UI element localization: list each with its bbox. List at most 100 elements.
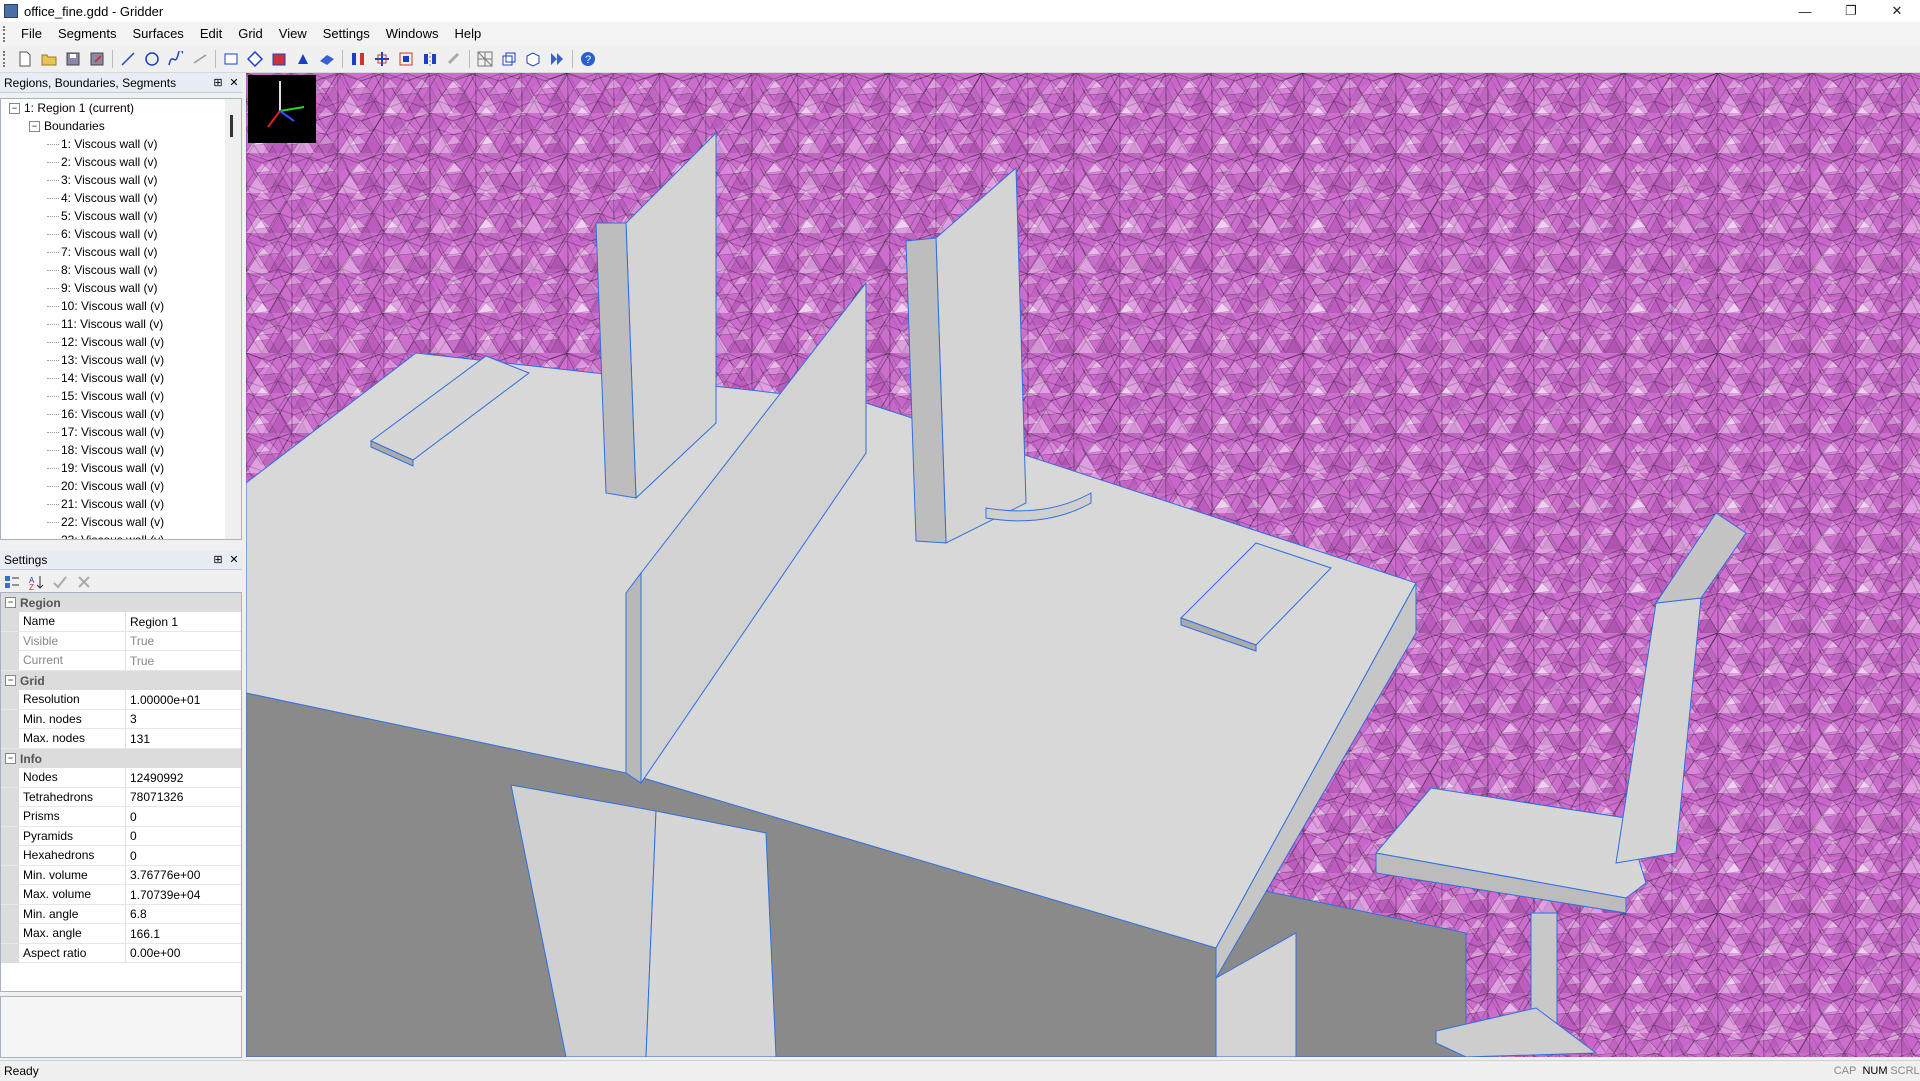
surface-icon[interactable] <box>221 49 241 69</box>
collapse-icon[interactable]: − <box>5 675 16 686</box>
3d-viewport[interactable] <box>246 73 1920 1057</box>
property-row[interactable]: Min. volume 3.76776e+00 <box>1 865 241 885</box>
menu-help[interactable]: Help <box>446 22 489 46</box>
categorized-icon[interactable] <box>2 572 22 592</box>
collapse-icon[interactable]: − <box>9 103 20 115</box>
property-row[interactable]: Max. angle 166.1 <box>1 924 241 944</box>
clear-icon[interactable] <box>444 49 464 69</box>
property-row[interactable]: Hexahedrons 0 <box>1 846 241 866</box>
property-row[interactable]: Current True <box>1 651 241 671</box>
property-section[interactable]: − Info <box>1 749 241 768</box>
menu-windows[interactable]: Windows <box>378 22 447 46</box>
scale-icon[interactable] <box>396 49 416 69</box>
sort-az-icon[interactable]: AZ <box>26 572 46 592</box>
tree-item-boundary[interactable]: 14: Viscous wall (v) <box>47 369 164 387</box>
tree-item-boundary[interactable]: 3: Viscous wall (v) <box>47 171 157 189</box>
property-value[interactable]: 1.00000e+01 <box>126 693 200 707</box>
apply-icon[interactable] <box>50 572 70 592</box>
tree-item-boundary[interactable]: 1: Viscous wall (v) <box>47 135 157 153</box>
property-value[interactable]: 78071326 <box>126 790 183 804</box>
cancel-icon[interactable] <box>74 572 94 592</box>
menu-edit[interactable]: Edit <box>192 22 230 46</box>
property-row[interactable]: Aspect ratio 0.00e+00 <box>1 943 241 963</box>
tree-item-boundary[interactable]: 15: Viscous wall (v) <box>47 387 164 405</box>
tree-item-boundary[interactable]: 2: Viscous wall (v) <box>47 153 157 171</box>
tree-item-boundary[interactable]: 21: Viscous wall (v) <box>47 495 164 513</box>
property-value[interactable]: True <box>126 634 154 648</box>
tree-scrollbar[interactable] <box>225 99 241 539</box>
play-icon[interactable] <box>547 49 567 69</box>
save-as-icon[interactable] <box>87 49 107 69</box>
close-icon[interactable]: ✕ <box>226 76 242 89</box>
property-row[interactable]: Max. nodes 131 <box>1 729 241 749</box>
close-window-button[interactable]: ✕ <box>1874 0 1920 22</box>
spline-icon[interactable] <box>166 49 186 69</box>
property-value[interactable]: 131 <box>126 732 150 746</box>
property-row[interactable]: Prisms 0 <box>1 807 241 827</box>
property-row[interactable]: Resolution 1.00000e+01 <box>1 690 241 710</box>
view-3d-icon[interactable] <box>499 49 519 69</box>
property-row[interactable]: Min. angle 6.8 <box>1 904 241 924</box>
segment-icon[interactable] <box>190 49 210 69</box>
tree-item-boundary[interactable]: 20: Viscous wall (v) <box>47 477 164 495</box>
menu-surfaces[interactable]: Surfaces <box>125 22 192 46</box>
pin-icon[interactable]: ⊞ <box>210 553 226 566</box>
property-value[interactable]: 1.70739e+04 <box>126 888 200 902</box>
tree-item-boundary[interactable]: 17: Viscous wall (v) <box>47 423 164 441</box>
collapse-icon[interactable]: − <box>5 597 16 608</box>
maximize-button[interactable]: ❐ <box>1828 0 1874 22</box>
tree-node-region[interactable]: −1: Region 1 (current) <box>9 99 134 117</box>
menu-segments[interactable]: Segments <box>50 22 125 46</box>
menu-settings[interactable]: Settings <box>315 22 378 46</box>
minimize-button[interactable]: — <box>1782 0 1828 22</box>
pin-icon[interactable]: ⊞ <box>210 76 226 89</box>
menu-view[interactable]: View <box>271 22 315 46</box>
tree-item-boundary[interactable]: 12: Viscous wall (v) <box>47 333 164 351</box>
tree-item-boundary[interactable]: 13: Viscous wall (v) <box>47 351 164 369</box>
tree-item-boundary[interactable]: 5: Viscous wall (v) <box>47 207 157 225</box>
property-value[interactable]: True <box>126 654 154 668</box>
tree-item-boundary[interactable]: 7: Viscous wall (v) <box>47 243 157 261</box>
boundary-icon[interactable] <box>348 49 368 69</box>
save-icon[interactable] <box>63 49 83 69</box>
property-grid[interactable]: − Region Name Region 1 Visible True Current Tru… <box>0 592 242 992</box>
collapse-icon[interactable]: − <box>29 121 40 133</box>
box-icon[interactable] <box>523 49 543 69</box>
tree-item-boundary[interactable]: 18: Viscous wall (v) <box>47 441 164 459</box>
property-value[interactable]: Region 1 <box>126 615 178 629</box>
plane-icon[interactable] <box>245 49 265 69</box>
property-row[interactable]: Max. volume 1.70739e+04 <box>1 885 241 905</box>
tree-item-boundary[interactable]: 9: Viscous wall (v) <box>47 279 157 297</box>
property-row[interactable]: Nodes 12490992 <box>1 768 241 788</box>
mirror-icon[interactable] <box>420 49 440 69</box>
collapse-icon[interactable]: − <box>5 753 16 764</box>
help-icon[interactable]: ? <box>578 49 598 69</box>
property-section[interactable]: − Region <box>1 593 241 612</box>
open-folder-icon[interactable] <box>39 49 59 69</box>
tree-item-boundary[interactable]: 23: Viscous wall (v) <box>47 531 164 539</box>
scrollbar-thumb[interactable] <box>230 115 233 137</box>
new-file-icon[interactable] <box>15 49 35 69</box>
property-row[interactable]: Min. nodes 3 <box>1 709 241 729</box>
tree-item-boundary[interactable]: 8: Viscous wall (v) <box>47 261 157 279</box>
property-value[interactable]: 12490992 <box>126 771 183 785</box>
tree-item-boundary[interactable]: 6: Viscous wall (v) <box>47 225 157 243</box>
property-row[interactable]: Pyramids 0 <box>1 826 241 846</box>
property-value[interactable]: 166.1 <box>126 927 160 941</box>
extrude-icon[interactable] <box>269 49 289 69</box>
viewport-canvas[interactable] <box>246 73 1920 1057</box>
property-row[interactable]: Visible True <box>1 631 241 651</box>
tree-item-boundary[interactable]: 10: Viscous wall (v) <box>47 297 164 315</box>
tree-item-boundary[interactable]: 4: Viscous wall (v) <box>47 189 157 207</box>
property-value[interactable]: 3.76776e+00 <box>126 868 200 882</box>
move-icon[interactable] <box>372 49 392 69</box>
property-row[interactable]: Tetrahedrons 78071326 <box>1 787 241 807</box>
line-icon[interactable] <box>118 49 138 69</box>
tree-item-boundary[interactable]: 16: Viscous wall (v) <box>47 405 164 423</box>
property-section[interactable]: − Grid <box>1 671 241 690</box>
property-value[interactable]: 0 <box>126 849 137 863</box>
close-icon[interactable]: ✕ <box>226 553 242 566</box>
property-value[interactable]: 0 <box>126 810 137 824</box>
property-value[interactable]: 6.8 <box>126 907 147 921</box>
property-value[interactable]: 3 <box>126 712 137 726</box>
